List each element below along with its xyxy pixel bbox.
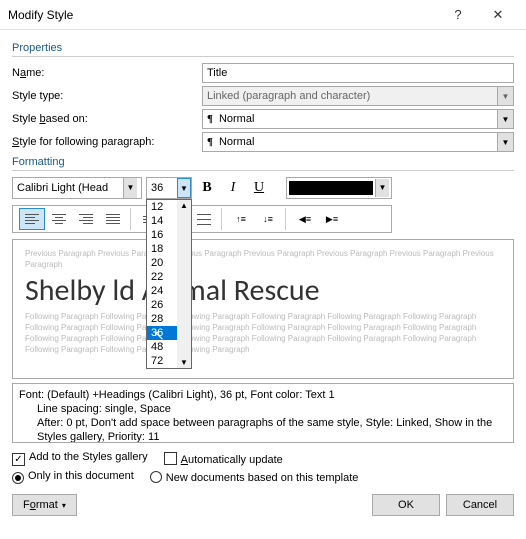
- formatting-header: Formatting: [12, 156, 514, 171]
- align-justify-button[interactable]: [100, 208, 126, 230]
- color-swatch: [289, 181, 373, 195]
- scroll-up-icon[interactable]: ▲: [180, 201, 188, 210]
- paragraph-icon: ¶: [207, 113, 213, 125]
- cursor-icon: ↖: [153, 328, 165, 342]
- scrollbar[interactable]: ▲ ▼: [177, 200, 191, 368]
- chevron-down-icon[interactable]: ▼: [375, 179, 389, 197]
- align-center-icon: [52, 212, 66, 226]
- chevron-down-icon[interactable]: ▼: [177, 178, 191, 198]
- size-option[interactable]: 36↖: [147, 326, 177, 340]
- properties-header: Properties: [12, 42, 514, 57]
- preview-prev-text: Previous Paragraph Previous Paragraph Pr…: [25, 248, 501, 270]
- following-label: Style for following paragraph:: [12, 136, 202, 148]
- align-right-icon: [79, 212, 93, 226]
- font-color-select[interactable]: ▼: [286, 177, 392, 199]
- underline-button[interactable]: U: [248, 177, 270, 199]
- chevron-down-icon: ▼: [497, 87, 513, 105]
- size-option[interactable]: 12: [147, 200, 177, 214]
- chevron-down-icon[interactable]: ▼: [497, 133, 513, 151]
- font-size-dropdown[interactable]: 12141618202224262836↖4872 ▲ ▼: [146, 199, 192, 369]
- chevron-down-icon[interactable]: ▼: [123, 178, 137, 198]
- preview-sample-text: Shelby ld Animal Rescue: [25, 272, 501, 309]
- preview-pane: Previous Paragraph Previous Paragraph Pr…: [12, 239, 514, 379]
- size-option[interactable]: 18: [147, 242, 177, 256]
- formatting-toolbar: Calibri Light (Head ▼ 36 ▼ 1214161820222…: [12, 177, 514, 199]
- align-center-button[interactable]: [46, 208, 72, 230]
- font-family-select[interactable]: Calibri Light (Head ▼: [12, 177, 142, 199]
- titlebar: Modify Style ? ✕: [0, 0, 526, 30]
- name-label: Name:: [12, 67, 202, 79]
- basedon-select[interactable]: ¶ Normal ▼: [202, 109, 514, 129]
- decrease-indent-button[interactable]: ◀≡: [292, 208, 318, 230]
- increase-indent-button[interactable]: ▶≡: [319, 208, 345, 230]
- following-select[interactable]: ¶ Normal ▼: [202, 132, 514, 152]
- size-option[interactable]: 14: [147, 214, 177, 228]
- style-description: Font: (Default) +Headings (Calibri Light…: [12, 383, 514, 443]
- paragraph-toolbar: ↑≡ ↓≡ ◀≡ ▶≡: [12, 205, 392, 233]
- add-gallery-checkbox[interactable]: ✓Add to the Styles gallery: [12, 451, 148, 466]
- scroll-down-icon[interactable]: ▼: [180, 358, 188, 367]
- spacing-2-button[interactable]: [191, 208, 217, 230]
- font-size-select[interactable]: 36 ▼: [146, 177, 192, 199]
- name-field[interactable]: [202, 63, 514, 83]
- italic-button[interactable]: I: [222, 177, 244, 199]
- styletype-label: Style type:: [12, 90, 202, 102]
- size-option[interactable]: 16: [147, 228, 177, 242]
- styletype-select: Linked (paragraph and character) ▼: [202, 86, 514, 106]
- ok-button[interactable]: OK: [372, 494, 440, 516]
- desc-line1: Font: (Default) +Headings (Calibri Light…: [19, 388, 507, 402]
- align-justify-icon: [106, 212, 120, 226]
- close-button[interactable]: ✕: [478, 0, 518, 30]
- align-left-icon: [25, 212, 39, 226]
- size-option[interactable]: 28: [147, 312, 177, 326]
- size-option[interactable]: 22: [147, 270, 177, 284]
- only-doc-radio[interactable]: Only in this document: [12, 470, 134, 484]
- size-option[interactable]: 72: [147, 354, 177, 368]
- line-spacing-icon: [197, 212, 211, 227]
- space-before-up-button[interactable]: ↑≡: [228, 208, 254, 230]
- new-docs-radio[interactable]: New documents based on this template: [150, 471, 359, 484]
- desc-line3: After: 0 pt, Don't add space between par…: [19, 416, 507, 443]
- cancel-button[interactable]: Cancel: [446, 494, 514, 516]
- preview-follow-text: Following Paragraph Following Paragraph …: [25, 311, 501, 355]
- basedon-label: Style based on:: [12, 113, 202, 125]
- size-option[interactable]: 48: [147, 340, 177, 354]
- size-option[interactable]: 24: [147, 284, 177, 298]
- align-left-button[interactable]: [19, 208, 45, 230]
- auto-update-checkbox[interactable]: Automatically update: [164, 452, 283, 466]
- help-button[interactable]: ?: [438, 0, 478, 30]
- desc-line2: Line spacing: single, Space: [19, 402, 507, 416]
- format-button[interactable]: Format▾: [12, 494, 77, 516]
- bold-button[interactable]: B: [196, 177, 218, 199]
- size-option[interactable]: 26: [147, 298, 177, 312]
- paragraph-icon: ¶: [207, 136, 213, 148]
- space-before-down-button[interactable]: ↓≡: [255, 208, 281, 230]
- window-title: Modify Style: [8, 8, 438, 22]
- chevron-down-icon[interactable]: ▼: [497, 110, 513, 128]
- align-right-button[interactable]: [73, 208, 99, 230]
- size-option[interactable]: 20: [147, 256, 177, 270]
